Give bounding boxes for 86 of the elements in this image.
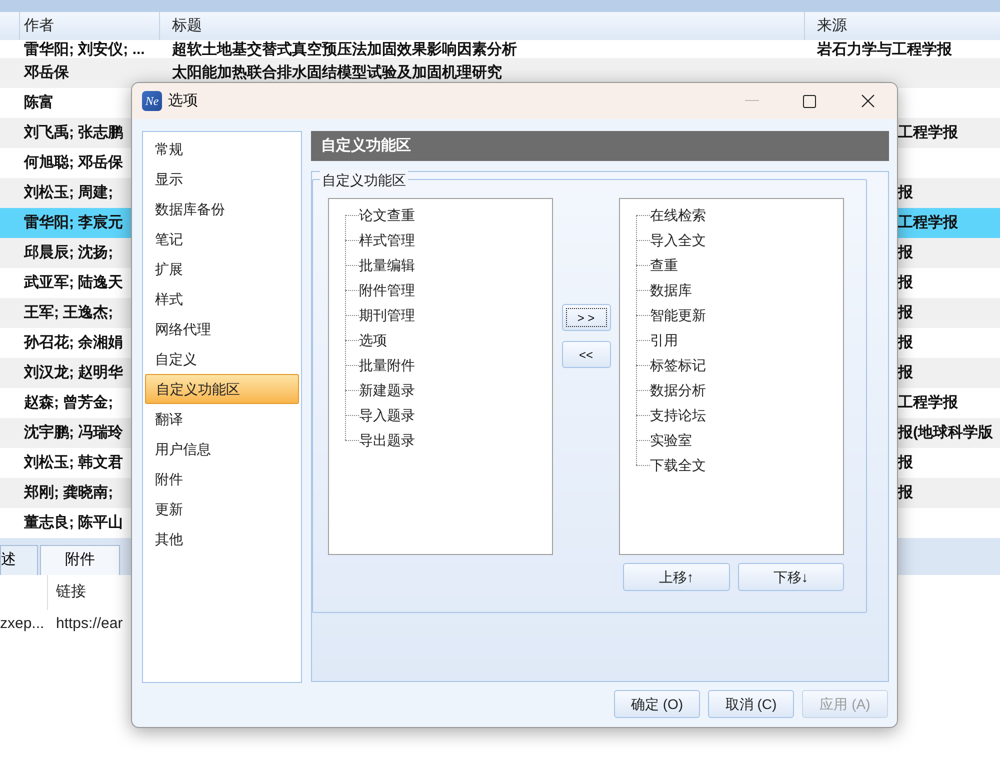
tree-item[interactable]: 论文查重 [359,205,415,226]
table-cell: 雷华阳; 刘安仪; ... [24,40,145,58]
tree-item[interactable]: 样式管理 [359,230,415,251]
column-header[interactable]: 来源 [805,12,1000,40]
table-cell: 董志良; 陈平山 [24,514,124,531]
table-cell: 刘飞禹; 张志鹏 [24,124,124,141]
tab[interactable]: 述 [0,545,38,575]
table-cell: 报 [898,454,913,471]
category-item[interactable]: 网络代理 [145,314,299,344]
maximize-icon[interactable] [803,94,816,108]
table-cell: 刘松玉; 周建; [24,184,114,201]
close-icon[interactable] [861,94,875,108]
table-cell: 报 [898,304,913,321]
tree-item[interactable]: 实验室 [650,430,692,451]
category-item[interactable]: 数据库备份 [145,194,299,224]
move-button[interactable]: > > [562,304,610,331]
table-cell: 工程学报 [898,214,958,231]
tree-item[interactable]: 查重 [650,255,678,276]
table-cell: 雷华阳; 李宸元 [24,214,124,231]
tree-item[interactable]: 选项 [359,330,387,351]
table-cell: 报(地球科学版 [898,424,993,441]
tree-item[interactable]: 导入全文 [650,230,706,251]
category-item[interactable]: 用户信息 [145,434,299,464]
table-cell: 刘松玉; 韩文君 [24,454,124,471]
category-item[interactable]: 显示 [145,164,299,194]
tree-item[interactable]: 批量附件 [359,355,415,376]
tree-item[interactable]: 智能更新 [650,305,706,326]
selected-list[interactable]: 在线检索 导入全文 查重 数据库 智能更新 引用 标签标记 数据分析 支持论坛 实验室 下载全文 [619,198,844,555]
tree-item[interactable]: 下载全文 [650,455,706,476]
table-cell: 武亚军; 陆逸天 [24,274,124,291]
table-cell: 工程学报 [898,394,958,411]
move-button[interactable]: << [562,341,610,368]
category-item[interactable]: 常规 [145,134,299,164]
table-cell: 何旭聪; 邓岳保 [24,154,124,171]
table-cell-text: zxep... [0,614,46,634]
table-cell: 孙召花; 余湘娟 [24,334,124,351]
order-button[interactable]: 上移↑ [623,563,730,591]
table-cell: 赵森; 曾芳金; [24,394,114,411]
category-item[interactable]: 附件 [145,464,299,494]
category-item[interactable]: 笔记 [145,224,299,254]
tab[interactable]: 附件 [40,545,120,575]
tree-item[interactable]: 附件管理 [359,280,415,301]
table-cell: 刘汉龙; 赵明华 [24,364,124,381]
table-cell: 王军; 王逸杰; [24,304,114,321]
tree-item[interactable]: 新建题录 [359,380,415,401]
table-cell: 报 [898,274,913,291]
app-logo: Ne [142,91,162,111]
tree-item[interactable]: 批量编辑 [359,255,415,276]
tree-item[interactable]: 期刊管理 [359,305,415,326]
available-list[interactable]: 论文查重 样式管理 批量编辑 附件管理 期刊管理 选项 批量附件 新建题录 导入题录 导出题录 [328,198,553,555]
dialog-button[interactable]: 取消 (C) [708,690,794,718]
category-item[interactable]: 更新 [145,494,299,524]
column-header[interactable]: 链接 [48,581,86,604]
table-cell-text: https://ear [56,614,123,634]
category-item[interactable]: 自定义 [145,344,299,374]
tree-item[interactable]: 引用 [650,330,678,351]
table-cell: 太阳能加热联合排水固结模型试验及加固机理研究 [172,64,502,81]
category-item[interactable]: 翻译 [145,404,299,434]
tree-item[interactable]: 数据库 [650,280,692,301]
table-cell: 岩石力学与工程学报 [817,40,952,58]
category-item[interactable]: 其他 [145,524,299,554]
category-item[interactable]: 样式 [145,284,299,314]
order-button[interactable]: 下移↓ [738,563,844,591]
dialog-button[interactable]: 确定 (O) [614,690,700,718]
table-cell: 邓岳保 [24,64,69,81]
tree-item[interactable]: 导入题录 [359,405,415,426]
table-cell: 报 [898,184,913,201]
section-header: 自定义功能区 [311,131,889,161]
table-cell: 邱晨辰; 沈扬; [24,244,114,261]
table-cell: 报 [898,484,913,501]
tree-item[interactable]: 数据分析 [650,380,706,401]
tree-item[interactable]: 标签标记 [650,355,706,376]
tree-item[interactable]: 在线检索 [650,205,706,226]
window-title: 选项 [168,90,198,111]
tree-item[interactable]: 导出题录 [359,430,415,451]
table-cell: 报 [898,334,913,351]
category-item[interactable]: 自定义功能区 [145,374,299,404]
table-cell: 超软土地基交替式真空预压法加固效果影响因素分析 [172,40,517,58]
category-item[interactable]: 扩展 [145,254,299,284]
table-cell: 郑刚; 龚晓南; [24,484,114,501]
tree-item[interactable]: 支持论坛 [650,405,706,426]
table-cell: 陈富 [24,94,54,111]
table-cell: 报 [898,364,913,381]
table-cell: 工程学报 [898,124,958,141]
table-cell: 报 [898,244,913,261]
table-cell: 沈宇鹏; 冯瑞玲 [24,424,124,441]
